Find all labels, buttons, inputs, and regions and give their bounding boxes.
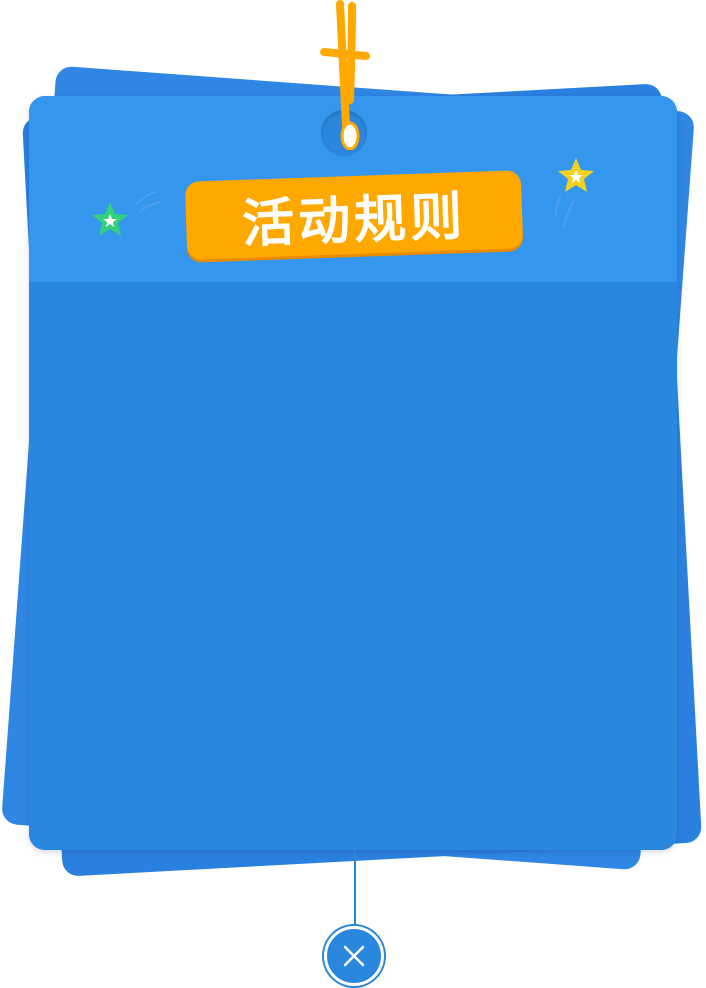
hanging-string-icon: [320, 0, 370, 150]
star-icon: [92, 202, 128, 236]
close-button[interactable]: [324, 926, 384, 986]
dialog-title: 活动规则: [241, 186, 468, 255]
title-badge: 活动规则: [184, 170, 524, 260]
rules-modal: 活动规则: [0, 0, 706, 988]
spark-lines-icon: [555, 195, 575, 227]
close-connector-line: [354, 850, 356, 928]
star-icon: [558, 158, 594, 192]
rules-content-area: [29, 282, 677, 850]
spark-lines-icon: [135, 191, 161, 213]
close-icon: [343, 945, 365, 967]
